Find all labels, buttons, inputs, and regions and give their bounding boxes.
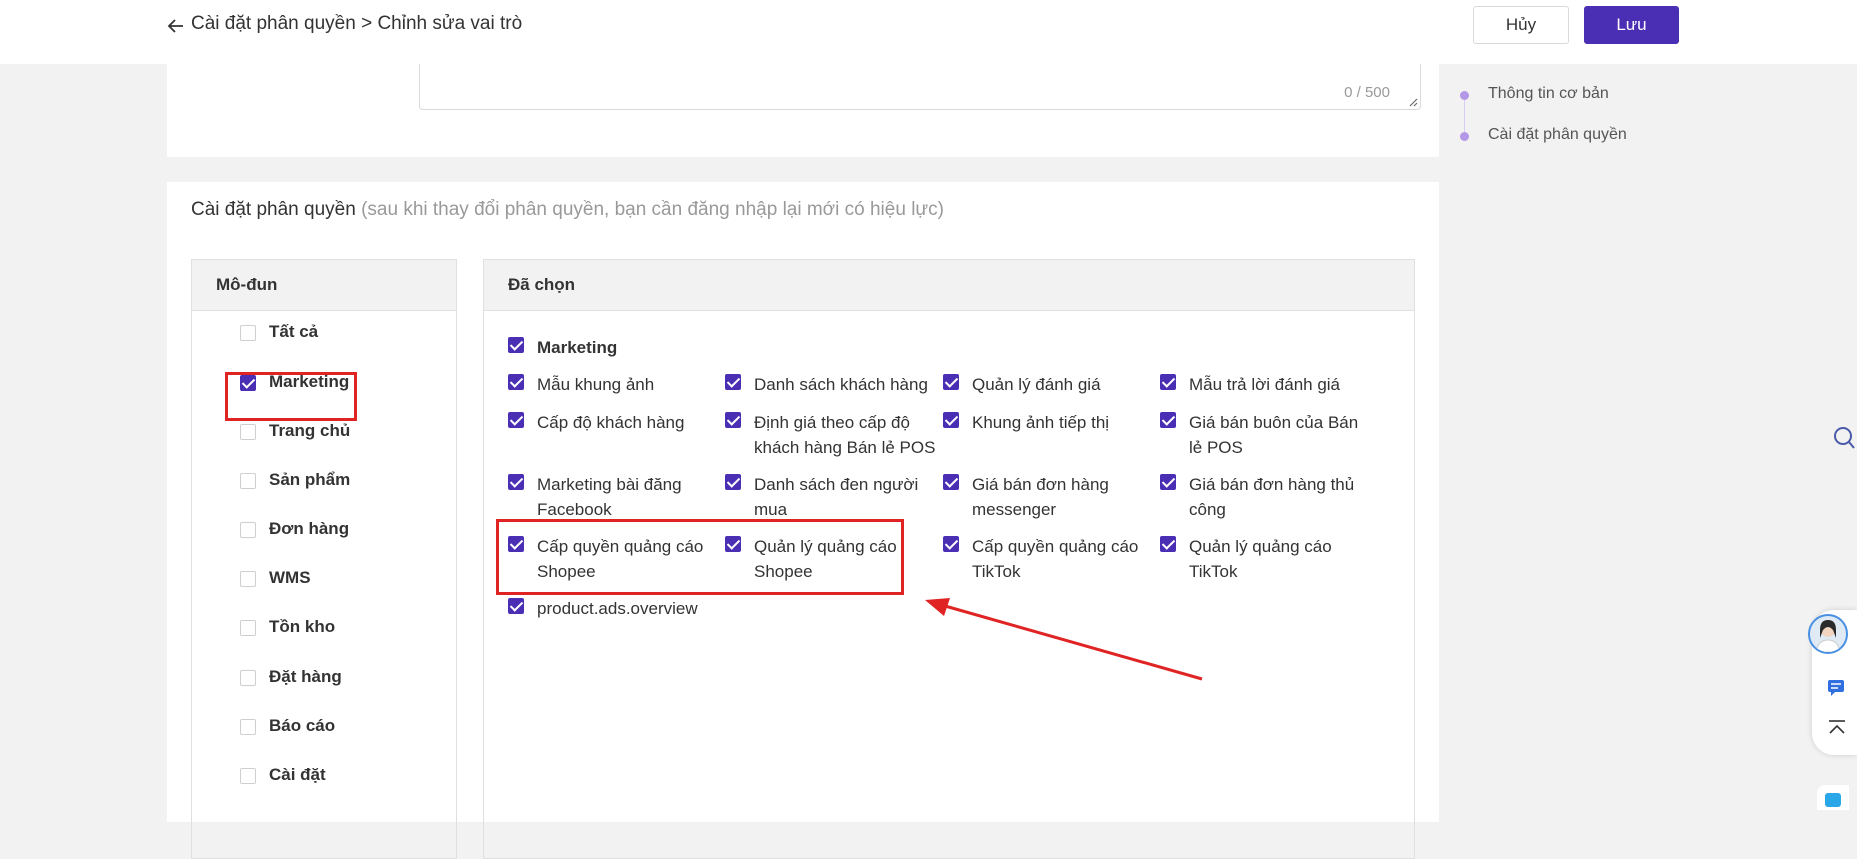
outline-nav-line [1464, 96, 1465, 136]
checkbox[interactable] [943, 412, 959, 428]
search-icon[interactable] [1831, 425, 1855, 451]
top-bar: Cài đặt phân quyền > Chỉnh sửa vai trò H… [0, 0, 1857, 64]
checkbox[interactable] [240, 473, 256, 489]
annotation-box-marketing [225, 372, 357, 421]
outline-nav-dot [1460, 132, 1469, 141]
checkbox[interactable] [943, 536, 959, 552]
selected-panel-header: Đã chọn [484, 260, 1414, 311]
checkbox[interactable] [240, 522, 256, 538]
module-item[interactable]: Tất cả [192, 318, 456, 348]
checkbox[interactable] [1160, 374, 1176, 390]
checkbox[interactable] [240, 325, 256, 341]
checkbox[interactable] [240, 670, 256, 686]
permission-label: Danh sách đen người mua [754, 475, 919, 519]
permission-label: product.ads.overview [537, 599, 698, 618]
checkbox[interactable] [240, 768, 256, 784]
cancel-button[interactable]: Hủy [1473, 6, 1569, 44]
section-title-text: Cài đặt phân quyền [191, 199, 356, 220]
annotation-arrow-icon [925, 598, 1203, 681]
module-item[interactable]: WMS [192, 564, 456, 594]
annotation-box-shopee-ads [496, 519, 904, 595]
outline-nav-basic-info[interactable]: Thông tin cơ bản [1488, 85, 1609, 103]
checkbox[interactable] [508, 337, 524, 353]
module-item[interactable]: Đặt hàng [192, 663, 456, 693]
module-label: Đơn hàng [269, 519, 350, 538]
outline-nav-permissions[interactable]: Cài đặt phân quyền [1488, 126, 1627, 144]
resize-handle-icon[interactable] [1408, 97, 1418, 107]
permission-label: Danh sách khách hàng [754, 375, 928, 394]
checkbox[interactable] [508, 598, 524, 614]
back-to-top-icon[interactable] [1826, 717, 1848, 739]
module-panel-header: Mô-đun [192, 260, 456, 311]
outline-nav-dot [1460, 91, 1469, 100]
checkbox[interactable] [240, 571, 256, 587]
permission-label: Giá bán buôn của Bán lẻ POS [1189, 413, 1359, 457]
checkbox[interactable] [508, 474, 524, 490]
checkbox[interactable] [508, 374, 524, 390]
permission-label: Mẫu trả lời đánh giá [1189, 375, 1341, 394]
module-label: Cài đặt [269, 765, 326, 784]
checkbox[interactable] [240, 620, 256, 636]
permission-settings-card: Cài đặt phân quyền (sau khi thay đổi phâ… [167, 182, 1439, 859]
checkbox[interactable] [508, 412, 524, 428]
basic-info-card: 0 / 500 [167, 64, 1439, 157]
module-item[interactable]: Cài đặt [192, 761, 456, 791]
module-panel: Mô-đun Tất cả Marketing Trang chủ Sản phẩm Đ… [191, 259, 457, 859]
avatar[interactable] [1808, 614, 1848, 654]
save-button[interactable]: Lưu [1584, 6, 1679, 44]
module-label: Sản phẩm [269, 470, 351, 489]
service-icon [1825, 793, 1841, 807]
module-item[interactable]: Tồn kho [192, 613, 456, 643]
checkbox[interactable] [1160, 536, 1176, 552]
permission-label: Cấp quyền quảng cáo TikTok [972, 537, 1139, 581]
permission-label: Mẫu khung ảnh [537, 375, 655, 394]
checkbox[interactable] [240, 719, 256, 735]
group-label: Marketing [537, 338, 618, 357]
support-agent-icon [1815, 620, 1841, 652]
checkbox[interactable] [240, 424, 256, 440]
checkbox[interactable] [725, 412, 741, 428]
permission-label: Khung ảnh tiếp thị [972, 413, 1110, 432]
char-counter: 0 / 500 [1344, 84, 1390, 101]
chat-icon[interactable] [1826, 677, 1848, 699]
permission-label: Cấp độ khách hàng [537, 413, 685, 432]
section-note: (sau khi thay đổi phân quyền, bạn cần đă… [361, 199, 944, 220]
module-label: Tất cả [269, 322, 319, 341]
module-label: Đặt hàng [269, 667, 342, 686]
checkbox[interactable] [943, 374, 959, 390]
module-label: Trang chủ [269, 421, 351, 440]
section-title: Cài đặt phân quyền (sau khi thay đổi phâ… [191, 199, 944, 221]
module-item[interactable]: Trang chủ [192, 417, 456, 447]
module-item[interactable]: Sản phẩm [192, 466, 456, 496]
module-item[interactable]: Báo cáo [192, 712, 456, 742]
breadcrumb: Cài đặt phân quyền > Chỉnh sửa vai trò [191, 13, 523, 34]
permission-label: Quản lý quảng cáo TikTok [1189, 537, 1332, 581]
checkbox[interactable] [725, 474, 741, 490]
checkbox[interactable] [725, 374, 741, 390]
permission-label: Giá bán đơn hàng messenger [972, 475, 1109, 519]
permission-label: Quản lý đánh giá [972, 375, 1101, 394]
module-label: Báo cáo [269, 716, 336, 735]
module-label: WMS [269, 568, 311, 587]
permission-label: Marketing bài đăng Facebook [537, 475, 682, 519]
checkbox[interactable] [943, 474, 959, 490]
module-label: Tồn kho [269, 617, 336, 636]
back-arrow-icon[interactable] [166, 16, 186, 36]
checkbox[interactable] [1160, 474, 1176, 490]
description-textarea[interactable]: 0 / 500 [419, 64, 1421, 110]
module-item[interactable]: Đơn hàng [192, 515, 456, 545]
permission-label: Giá bán đơn hàng thủ công [1189, 475, 1355, 519]
floating-bottom-widget[interactable] [1817, 785, 1849, 810]
checkbox[interactable] [1160, 412, 1176, 428]
permission-label: Định giá theo cấp độ khách hàng Bán lẻ P… [754, 413, 936, 457]
